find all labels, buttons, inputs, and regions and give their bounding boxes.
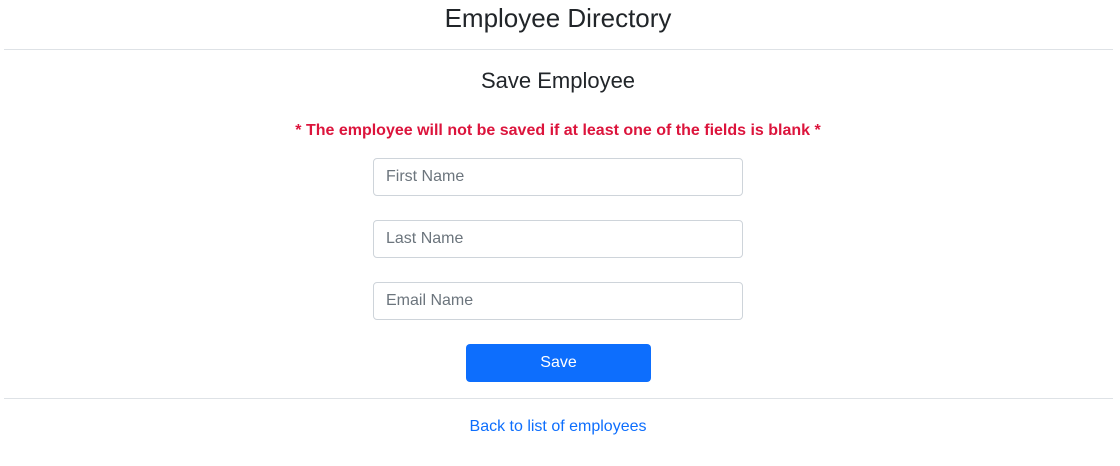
footer-divider [4,398,1113,399]
validation-warning: * The employee will not be saved if at l… [295,122,821,139]
header-divider [4,49,1113,50]
page-title: Employee Directory [444,3,672,33]
save-button[interactable]: Save [466,344,651,382]
form-title: Save Employee [480,68,636,93]
last-name-input[interactable] [373,220,743,258]
first-name-input[interactable] [373,158,743,196]
email-input[interactable] [373,282,743,320]
page: Employee Directory Save Employee * The e… [0,0,1120,466]
back-to-list-link[interactable]: Back to list of employees [470,418,647,435]
back-link-container: Back to list of employees [0,416,1116,438]
